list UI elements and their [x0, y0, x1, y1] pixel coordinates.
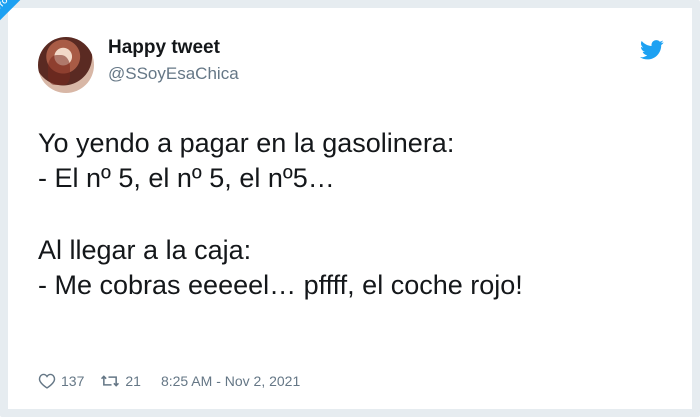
tweet-line: - El nº 5, el nº 5, el nº5…	[38, 163, 335, 193]
timestamp[interactable]: 8:25 AM - Nov 2, 2021	[161, 373, 300, 389]
tweet-line: Yo yendo a pagar en la gasolinera:	[38, 128, 455, 158]
user-handle[interactable]: @SSoyEsaChica	[108, 64, 239, 84]
tweet-text: Yo yendo a pagar en la gasolinera: - El …	[38, 126, 678, 303]
retweet-button[interactable]: 21	[100, 373, 141, 389]
retweet-count: 21	[125, 373, 141, 389]
tweet-card: Happy tweet @SSoyEsaChica Yo yendo a pag…	[8, 8, 692, 409]
like-count: 137	[61, 373, 85, 389]
like-button[interactable]: 137	[38, 373, 84, 389]
watermark-ribbon: VISTOENLASREDES.COM	[0, 0, 80, 80]
tweet-line: Al llegar a la caja:	[38, 235, 252, 265]
display-name[interactable]: Happy tweet	[108, 37, 220, 59]
watermark-text: VISTOENLASREDES.COM	[0, 0, 70, 29]
tweet-meta: 137 21 8:25 AM - Nov 2, 2021	[38, 373, 300, 389]
heart-icon	[38, 373, 56, 389]
tweet-line: - Me cobras eeeeel… pffff, el coche rojo…	[38, 270, 523, 300]
twitter-bird-icon[interactable]	[640, 40, 664, 60]
retweet-icon	[101, 375, 120, 387]
